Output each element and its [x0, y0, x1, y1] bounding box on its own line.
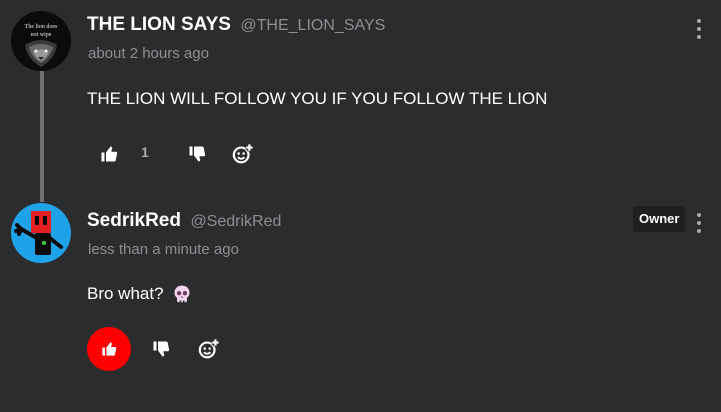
add-emoji-icon [198, 338, 220, 359]
like-count: 1 [141, 144, 149, 160]
avatar[interactable] [11, 203, 71, 263]
dislike-button[interactable] [175, 132, 219, 176]
lion-avatar-image: The lion does not wipe [11, 11, 71, 71]
comment-body: Bro what? [87, 284, 192, 304]
avatar[interactable]: The lion does not wipe [11, 11, 71, 71]
comment-thread: The lion does not wipe THE LION SAYS @TH… [0, 0, 721, 412]
thumbs-down-icon [189, 146, 206, 162]
comment-actions [87, 327, 287, 371]
author-handle[interactable]: @SedrikRed [190, 213, 281, 230]
thumbs-up-icon [102, 342, 117, 356]
add-reaction-button[interactable] [221, 132, 265, 176]
add-emoji-icon [232, 143, 254, 164]
comment: The lion does not wipe THE LION SAYS @TH… [0, 0, 721, 190]
comment-timestamp: about 2 hours ago [88, 45, 209, 62]
more-options-icon[interactable] [690, 16, 708, 42]
comment-text: THE LION WILL FOLLOW YOU IF YOU FOLLOW T… [87, 89, 548, 108]
thumbs-up-icon [101, 146, 118, 162]
comment-actions: 1 [87, 132, 287, 176]
robot-avatar-image [11, 203, 71, 263]
thumbs-down-icon [153, 341, 170, 357]
author-handle[interactable]: @THE_LION_SAYS [240, 17, 385, 34]
more-options-icon[interactable] [690, 210, 708, 236]
svg-text:not wipe: not wipe [31, 32, 52, 38]
skull-icon [174, 285, 190, 303]
add-reaction-button[interactable] [187, 327, 231, 371]
comment-header: THE LION SAYS @THE_LION_SAYS [87, 14, 385, 36]
author-name[interactable]: THE LION SAYS [87, 14, 231, 35]
dislike-button[interactable] [139, 327, 183, 371]
comment: SedrikRed @SedrikRed less than a minute … [0, 195, 721, 405]
comment-timestamp: less than a minute ago [88, 241, 239, 258]
svg-text:The lion does: The lion does [25, 24, 58, 30]
author-name[interactable]: SedrikRed [87, 210, 181, 231]
comment-header: SedrikRed @SedrikRed [87, 210, 281, 232]
like-button[interactable] [87, 132, 131, 176]
comment-text: Bro what? [87, 284, 164, 303]
like-button-active[interactable] [87, 327, 131, 371]
owner-badge: Owner [633, 206, 686, 232]
